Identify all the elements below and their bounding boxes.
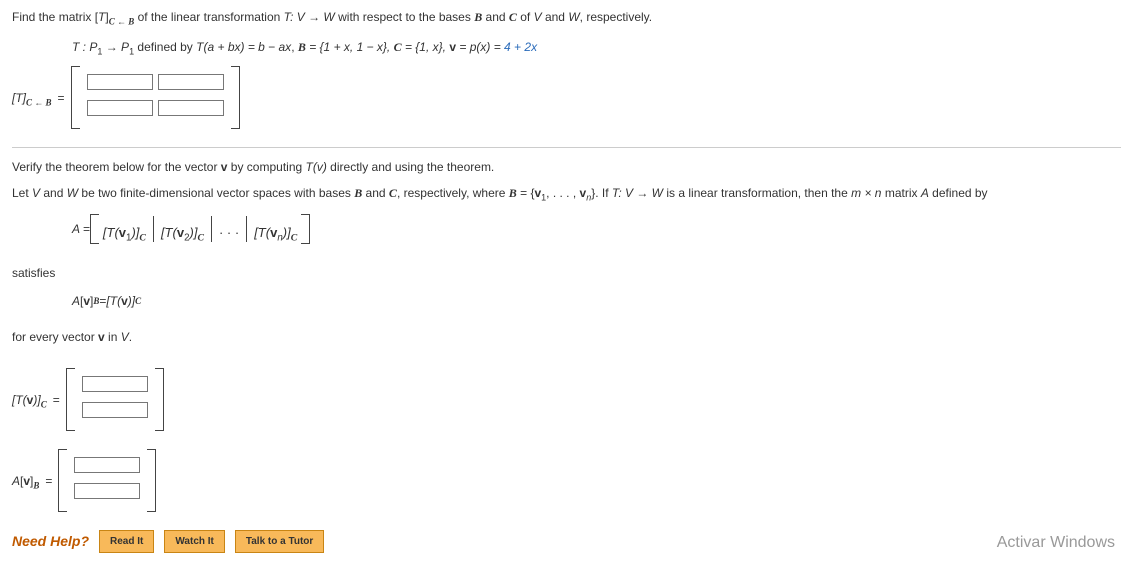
arrow-icon: → <box>102 40 121 54</box>
text: of the linear transformation <box>138 10 284 24</box>
matrix-T-cell-1-1[interactable] <box>87 74 153 90</box>
bracket-right-icon <box>147 449 156 512</box>
text: = p(x) = <box>456 40 504 54</box>
basis-B: B <box>474 10 482 24</box>
matrix-T-equation: [T]C ← B = <box>12 66 1121 129</box>
text: satisfies <box>12 264 1121 282</box>
AvB-cell-1[interactable] <box>74 457 140 473</box>
need-help-row: Need Help? Read It Watch It Talk to a Tu… <box>12 530 1121 553</box>
subscript: C ← B <box>109 16 135 26</box>
AvB-equation: A[v]B = <box>12 449 1121 512</box>
matrix-label: [T]C ← B <box>12 89 52 107</box>
text: of <box>517 10 534 24</box>
divider-icon <box>211 216 212 242</box>
equals: = <box>53 391 60 409</box>
basis-C: C <box>509 10 517 24</box>
A-definition: A = [T(v1)]C [T(v2)]C · · · [T(vn)]C <box>72 212 1121 246</box>
text: Find the matrix [ <box>12 10 98 24</box>
text: , respectively. <box>580 10 652 24</box>
TvC-cell-1[interactable] <box>82 376 148 392</box>
text: and <box>482 10 509 24</box>
bracket-left-icon <box>58 449 67 512</box>
equals: = <box>45 472 52 490</box>
text: with respect to the bases <box>338 10 474 24</box>
text: P <box>121 40 129 54</box>
text: V <box>534 10 542 24</box>
theorem-equation: A[v]B = [T(v)]C <box>72 292 1121 310</box>
windows-activation-watermark: Activar Windows <box>997 531 1115 555</box>
Tv-C-label: [T(v)]C <box>12 391 47 409</box>
AvB-cell-2[interactable] <box>74 483 140 499</box>
basis-B: B <box>298 40 306 54</box>
text: T: V → W <box>284 10 335 24</box>
AvB-label: A[v]B <box>12 472 39 490</box>
text: T(a + bx) = b − ax <box>196 40 291 54</box>
matrix-T-cell-2-1[interactable] <box>87 100 153 116</box>
theorem-statement: Let V and W be two finite-dimensional ve… <box>12 184 1121 202</box>
bracket-right-icon <box>301 214 310 244</box>
vector-2x1 <box>66 368 164 431</box>
vector-v: v <box>449 40 456 54</box>
text: and <box>542 10 569 24</box>
text: defined by <box>137 40 196 54</box>
Tv-C-equation: [T(v)]C = <box>12 368 1121 431</box>
divider-icon <box>153 216 154 242</box>
verify-instruction: Verify the theorem below for the vector … <box>12 158 1121 176</box>
read-it-button[interactable]: Read It <box>99 530 154 553</box>
text: for every vector v in V. <box>12 328 1121 346</box>
talk-to-tutor-button[interactable]: Talk to a Tutor <box>235 530 324 553</box>
divider <box>12 147 1121 148</box>
text: T : <box>72 40 89 54</box>
text: = {1, x}, <box>402 40 450 54</box>
text: W <box>568 10 579 24</box>
basis-C: C <box>394 40 402 54</box>
bracket-right-icon <box>231 66 240 129</box>
TvC-cell-2[interactable] <box>82 402 148 418</box>
bracket-right-icon <box>155 368 164 431</box>
matrix-T-cell-1-2[interactable] <box>158 74 224 90</box>
text: , <box>291 40 298 54</box>
bracket-left-icon <box>71 66 80 129</box>
matrix-T-cell-2-2[interactable] <box>158 100 224 116</box>
bracket-left-icon <box>66 368 75 431</box>
vector-2x1 <box>58 449 156 512</box>
bracket-left-icon <box>90 214 99 244</box>
subscript: 1 <box>129 46 134 56</box>
matrix-2x2 <box>71 66 240 129</box>
transformation-definition: T : P1 → P1 defined by T(a + bx) = b − a… <box>12 38 1121 56</box>
equals: = <box>58 89 65 107</box>
watch-it-button[interactable]: Watch It <box>164 530 225 553</box>
text: = {1 + x, 1 − x}, <box>306 40 394 54</box>
problem-statement: Find the matrix [T]C ← B of the linear t… <box>12 8 1121 26</box>
given-value: 4 + 2x <box>504 40 537 54</box>
need-help-label: Need Help? <box>12 531 89 552</box>
divider-icon <box>246 216 247 242</box>
